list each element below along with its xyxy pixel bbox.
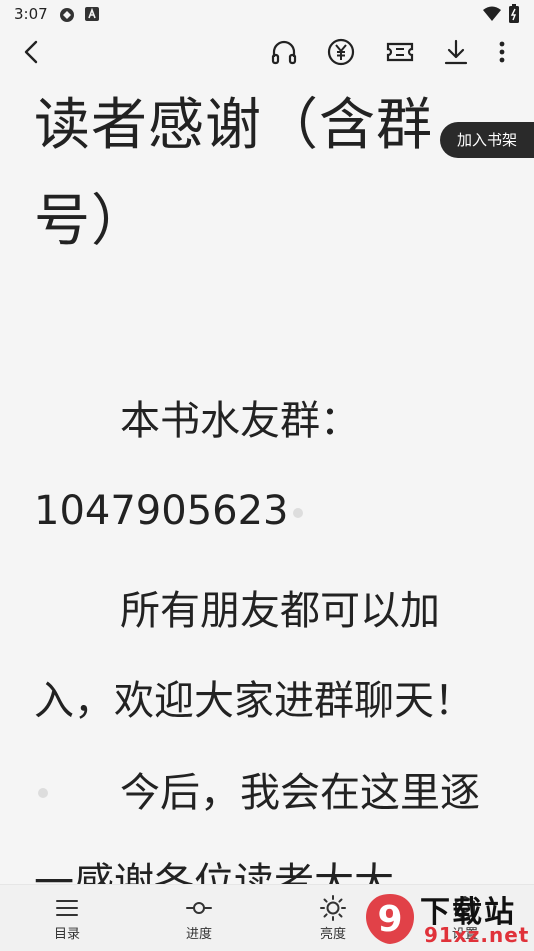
bottom-item-label: 目录: [53, 927, 80, 942]
add-to-shelf-button[interactable]: 加入书架: [440, 122, 534, 158]
paragraph-group-number: 本书水友群：1047905623: [34, 376, 484, 556]
bottom-item-progress[interactable]: 进度: [164, 893, 234, 942]
app-a-notification-icon: [84, 6, 100, 26]
app-notification-icon: [58, 6, 76, 28]
back-arrow-icon[interactable]: [16, 36, 48, 68]
reader-toolbar: [0, 28, 534, 76]
bottom-item-label: 进度: [185, 927, 212, 942]
more-vertical-icon[interactable]: [486, 36, 518, 68]
battery-icon: [508, 4, 520, 28]
bottom-bar: 目录 进度 亮度 设置 9 下载站 91xz.net: [0, 884, 534, 951]
bottom-item-brightness[interactable]: 亮度: [298, 893, 368, 942]
yuan-coin-icon[interactable]: [325, 36, 357, 68]
paragraph-text: 今后，我会在这里逐一感谢各位读者大大: [34, 770, 480, 884]
chapter-title: 读者感谢（含群号）: [34, 93, 433, 254]
bottom-item-label: 亮度: [319, 927, 346, 942]
progress-slider-icon: [164, 893, 234, 923]
svg-text:9: 9: [377, 899, 402, 940]
paragraph-end-marker: [292, 508, 303, 518]
list-icon: [32, 893, 102, 923]
paragraph-text: 所有朋友都可以加入，欢迎大家进群聊天！: [34, 588, 474, 724]
download-icon[interactable]: [440, 36, 472, 68]
site-watermark: 9 下载站 91xz.net: [362, 887, 530, 949]
status-bar: 3:07: [0, 0, 534, 28]
wifi-icon: [482, 6, 502, 26]
reading-content[interactable]: 读者感谢（含群号） 本书水友群：1047905623 所有朋友都可以加入，欢迎大…: [0, 76, 534, 884]
status-time: 3:07: [14, 5, 48, 23]
watermark-domain: 91xz.net: [424, 923, 530, 947]
bottom-item-catalog[interactable]: 目录: [32, 893, 102, 942]
ticket-icon[interactable]: [384, 36, 416, 68]
paragraph-thanks: 今后，我会在这里逐一感谢各位读者大大: [34, 748, 484, 884]
watermark-logo-icon: 9: [366, 894, 414, 944]
sun-icon: [298, 893, 368, 923]
headphones-icon[interactable]: [268, 36, 300, 68]
paragraph-text: 本书水友群：1047905623: [34, 398, 360, 534]
